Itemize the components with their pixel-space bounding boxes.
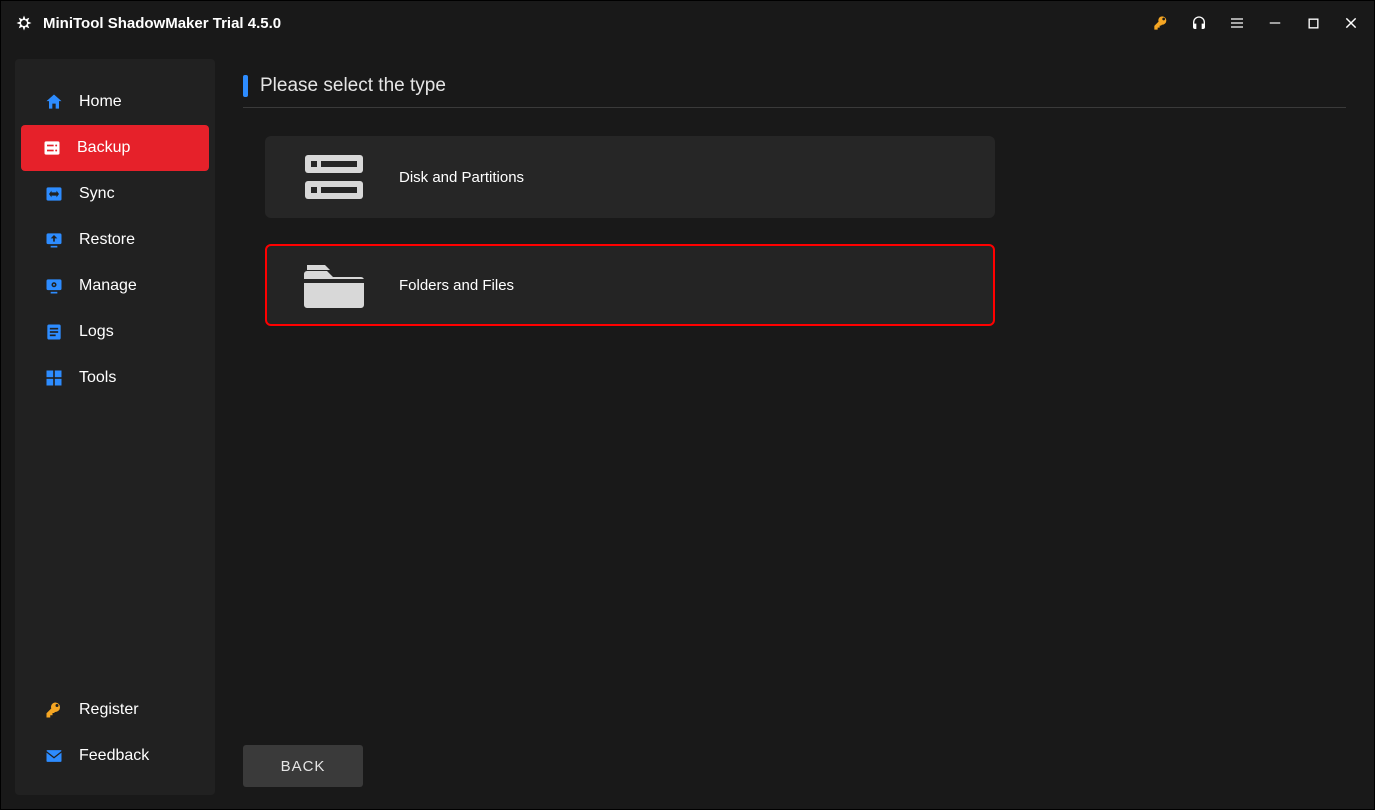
app-title: MiniTool ShadowMaker Trial 4.5.0 xyxy=(43,15,281,32)
main-footer: BACK xyxy=(243,725,1346,787)
sidebar: Home Backup Sync xyxy=(15,59,215,795)
app-logo-icon xyxy=(15,14,33,32)
option-folders-files[interactable]: Folders and Files xyxy=(265,244,995,326)
backup-icon xyxy=(41,137,63,159)
sidebar-item-label: Logs xyxy=(79,323,114,341)
main-content: Please select the type Disk xyxy=(215,45,1374,809)
register-key-icon xyxy=(43,699,65,721)
disk-partitions-icon xyxy=(299,147,369,207)
sidebar-item-label: Backup xyxy=(77,139,130,157)
sidebar-item-sync[interactable]: Sync xyxy=(23,171,207,217)
feedback-mail-icon xyxy=(43,745,65,767)
manage-icon xyxy=(43,275,65,297)
option-label: Disk and Partitions xyxy=(399,169,524,186)
section-accent-bar xyxy=(243,75,248,97)
key-icon[interactable] xyxy=(1152,14,1170,32)
sidebar-item-label: Manage xyxy=(79,277,137,295)
menu-icon[interactable] xyxy=(1228,14,1246,32)
app-window: MiniTool ShadowMaker Trial 4.5.0 xyxy=(0,0,1375,810)
titlebar: MiniTool ShadowMaker Trial 4.5.0 xyxy=(1,1,1374,45)
sidebar-item-manage[interactable]: Manage xyxy=(23,263,207,309)
option-disk-partitions[interactable]: Disk and Partitions xyxy=(265,136,995,218)
option-label: Folders and Files xyxy=(399,277,514,294)
sidebar-item-label: Sync xyxy=(79,185,115,203)
sidebar-item-tools[interactable]: Tools xyxy=(23,355,207,401)
app-body: Home Backup Sync xyxy=(1,45,1374,809)
sidebar-item-home[interactable]: Home xyxy=(23,79,207,125)
sidebar-item-restore[interactable]: Restore xyxy=(23,217,207,263)
titlebar-right xyxy=(1152,14,1360,32)
sidebar-nav: Home Backup Sync xyxy=(15,79,215,687)
minimize-icon[interactable] xyxy=(1266,14,1284,32)
restore-icon xyxy=(43,229,65,251)
sidebar-item-label: Home xyxy=(79,93,122,111)
logs-icon xyxy=(43,321,65,343)
back-button[interactable]: BACK xyxy=(243,745,363,787)
close-icon[interactable] xyxy=(1342,14,1360,32)
titlebar-left: MiniTool ShadowMaker Trial 4.5.0 xyxy=(15,14,281,32)
sidebar-item-logs[interactable]: Logs xyxy=(23,309,207,355)
sidebar-item-label: Feedback xyxy=(79,747,149,765)
sidebar-item-backup[interactable]: Backup xyxy=(21,125,209,171)
headset-icon[interactable] xyxy=(1190,14,1208,32)
home-icon xyxy=(43,91,65,113)
type-options: Disk and Partitions Folders and Files xyxy=(243,136,1346,326)
sidebar-item-feedback[interactable]: Feedback xyxy=(23,733,207,779)
maximize-icon[interactable] xyxy=(1304,14,1322,32)
tools-icon xyxy=(43,367,65,389)
sidebar-item-label: Restore xyxy=(79,231,135,249)
section-title: Please select the type xyxy=(260,75,446,97)
sidebar-item-label: Tools xyxy=(79,369,116,387)
sidebar-item-register[interactable]: Register xyxy=(23,687,207,733)
sync-icon xyxy=(43,183,65,205)
folder-icon xyxy=(299,255,369,315)
section-header: Please select the type xyxy=(243,75,1346,108)
sidebar-item-label: Register xyxy=(79,701,139,719)
sidebar-bottom: Register Feedback xyxy=(15,687,215,795)
